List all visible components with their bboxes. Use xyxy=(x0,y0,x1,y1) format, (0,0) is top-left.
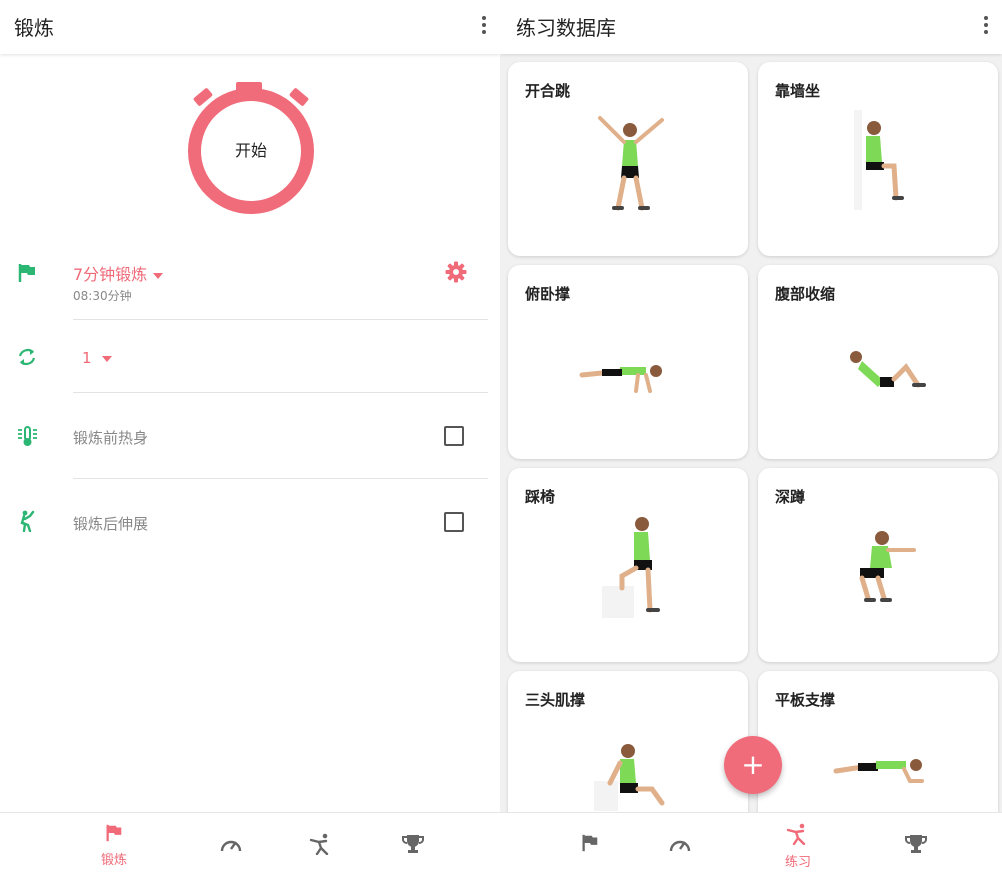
plus-icon: + xyxy=(741,748,765,781)
workout-name: 7分钟锻炼 xyxy=(73,265,148,284)
more-options-icon[interactable] xyxy=(480,16,488,36)
exercise-database-screen: 练习数据库 开合跳 靠墙坐 俯卧撑 腹部收缩 踩椅 深蹲 三头肌撑 平板支撑 +… xyxy=(500,0,1002,875)
nav-workout[interactable] xyxy=(570,833,610,857)
thermometer-icon xyxy=(18,426,37,446)
bottom-navigation: 练习 xyxy=(500,812,1002,875)
exercise-name: 平板支撑 xyxy=(775,691,836,709)
exercise-card[interactable]: 俯卧撑 xyxy=(508,265,748,459)
add-exercise-button[interactable]: + xyxy=(724,736,782,794)
nav-label: 练习 xyxy=(784,855,811,870)
nav-achievements[interactable] xyxy=(896,833,936,859)
exercise-name: 靠墙坐 xyxy=(775,82,821,100)
rounds-value: 1 xyxy=(82,349,92,367)
app-bar: 锻炼 xyxy=(0,0,500,54)
exercise-name: 开合跳 xyxy=(525,82,571,100)
page-title: 练习数据库 xyxy=(516,16,616,40)
wall-sit-figure xyxy=(854,110,904,210)
push-up-figure xyxy=(579,365,662,393)
start-button[interactable]: 开始 xyxy=(188,82,314,214)
exercise-icon xyxy=(786,823,806,846)
stretch-icon xyxy=(20,510,35,532)
page-title: 锻炼 xyxy=(14,16,54,40)
speedometer-icon xyxy=(669,840,691,852)
trophy-icon xyxy=(905,835,927,853)
workout-duration: 08:30分钟 xyxy=(73,289,132,303)
nav-progress[interactable] xyxy=(211,833,251,859)
warmup-checkbox[interactable] xyxy=(444,426,464,446)
exercise-card[interactable]: 靠墙坐 xyxy=(758,62,998,256)
exercise-name: 深蹲 xyxy=(775,488,806,506)
gear-icon[interactable] xyxy=(444,260,468,284)
exercise-card[interactable]: 开合跳 xyxy=(508,62,748,256)
exercise-card[interactable]: 深蹲 xyxy=(758,468,998,662)
rounds-selector[interactable]: 1 xyxy=(82,348,112,367)
bottom-navigation: 锻炼 xyxy=(0,812,500,875)
exercise-name: 俯卧撑 xyxy=(525,285,571,303)
dropdown-caret-icon xyxy=(153,272,164,279)
trophy-icon xyxy=(402,835,424,853)
flag-icon xyxy=(18,264,35,282)
step-up-figure xyxy=(602,517,660,618)
stretch-checkbox[interactable] xyxy=(444,512,464,532)
nav-workout[interactable]: 锻炼 xyxy=(94,823,134,868)
squat-figure xyxy=(859,531,916,602)
warmup-label: 锻炼前热身 xyxy=(73,429,149,447)
divider xyxy=(73,478,488,479)
start-label: 开始 xyxy=(234,141,267,160)
nav-exercises[interactable]: 练习 xyxy=(778,823,818,870)
nav-exercises[interactable] xyxy=(301,833,341,859)
flag-icon xyxy=(582,834,598,852)
dropdown-caret-icon xyxy=(101,355,112,362)
exercise-name: 三头肌撑 xyxy=(525,691,586,709)
app-bar: 练习数据库 xyxy=(500,0,1002,54)
nav-progress[interactable] xyxy=(660,833,700,859)
nav-label: 锻炼 xyxy=(100,853,127,868)
jumping-jack-figure xyxy=(598,116,664,211)
more-options-icon[interactable] xyxy=(982,16,990,36)
workout-selector[interactable]: 7分钟锻炼 xyxy=(73,261,164,285)
workout-screen: 锻炼 开始 7分钟锻炼 08:30分钟 1 锻炼前热身 锻炼后伸展 锻炼 xyxy=(0,0,500,875)
exercise-icon xyxy=(309,833,329,856)
exercise-name: 腹部收缩 xyxy=(775,285,836,303)
exercise-card[interactable]: 腹部收缩 xyxy=(758,265,998,459)
nav-achievements[interactable] xyxy=(393,833,433,859)
flag-icon xyxy=(106,824,122,842)
repeat-icon xyxy=(18,349,36,365)
stretch-label: 锻炼后伸展 xyxy=(73,515,149,533)
speedometer-icon xyxy=(220,840,242,852)
exercise-card[interactable]: 踩椅 xyxy=(508,468,748,662)
crunch-figure xyxy=(850,351,926,388)
divider xyxy=(73,392,488,393)
exercise-name: 踩椅 xyxy=(525,488,556,506)
divider xyxy=(73,319,488,320)
